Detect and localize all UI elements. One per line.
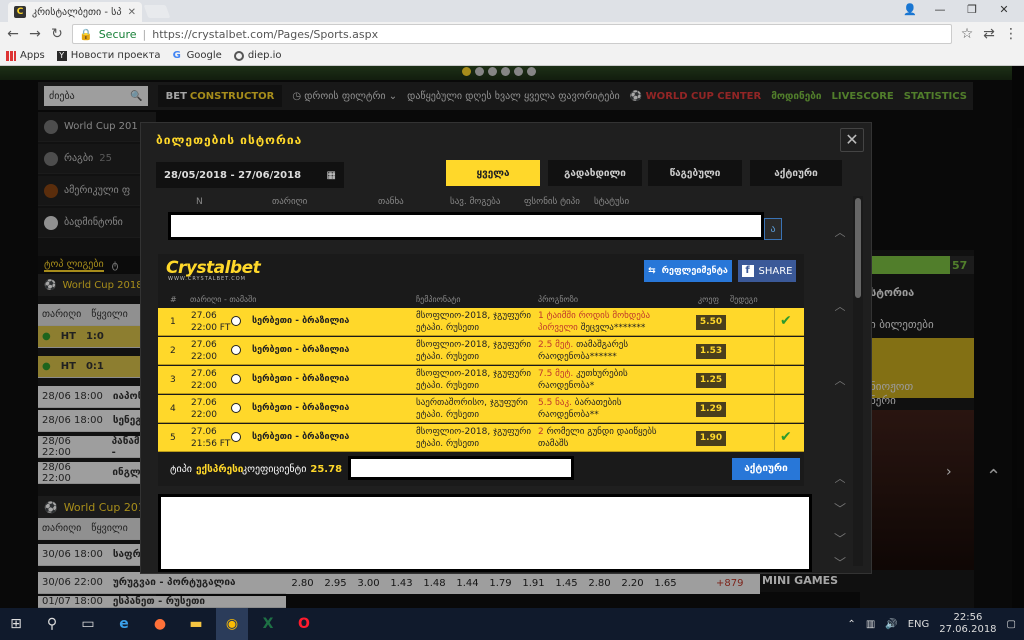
expand-chevron-icon[interactable]: ﹀ xyxy=(828,554,852,571)
collapse-chevron-icon[interactable]: ︿ xyxy=(828,224,852,240)
lock-icon: 🔒 xyxy=(79,27,93,41)
bookmark-novosti[interactable]: Y Новости проекта xyxy=(56,50,161,61)
row-action-button[interactable]: ა xyxy=(764,218,782,240)
filter-paid[interactable]: გადახდილი xyxy=(548,160,642,186)
close-modal-button[interactable]: ✕ xyxy=(840,128,864,152)
start-windows-icon[interactable]: ⊞ xyxy=(0,608,32,640)
clock[interactable]: 22:56 27.06.2018 xyxy=(939,612,996,636)
expand-chevron-icon[interactable]: ﹀ xyxy=(828,530,852,547)
facebook-share-button[interactable]: f SHARE xyxy=(738,260,796,282)
ticket-row[interactable]: 2 27.06 22:00 სერბეთი - ბრაზილია მსოფლიო-… xyxy=(158,337,804,365)
menu-icon[interactable]: ⋮ xyxy=(1004,26,1018,42)
crystalbet-logo: Crystalbet WWW.CRYSTALBET.COM xyxy=(166,258,261,282)
minimize-button[interactable]: — xyxy=(930,2,950,18)
calendar-icon: ▦ xyxy=(326,169,336,181)
chrome-icon[interactable]: ◉ xyxy=(216,608,248,640)
apps-grid-icon xyxy=(6,50,16,61)
facebook-icon: f xyxy=(741,265,754,277)
collapse-chevron-icon[interactable]: ︿ xyxy=(828,298,852,314)
expand-chevron-icon[interactable]: ﹀ xyxy=(828,500,852,517)
network-icon[interactable]: ▥ xyxy=(866,619,875,630)
omnibox[interactable]: 🔒 Secure | https://crystalbet.com/Pages/… xyxy=(72,24,952,44)
volume-icon[interactable]: 🔊 xyxy=(885,619,897,630)
y-logo-icon: Y xyxy=(56,50,67,61)
active-status-button[interactable]: აქტიური xyxy=(732,458,800,480)
soccer-ball-icon xyxy=(231,403,241,413)
back-arrow-icon[interactable]: ← xyxy=(6,26,20,42)
redacted-summary xyxy=(348,456,574,480)
soccer-ball-icon xyxy=(231,432,241,442)
redacted-history-block xyxy=(158,494,812,572)
excel-icon[interactable]: X xyxy=(252,608,284,640)
history-column-headers: N თარიღი თანხა სავ. მოგება ფსონის ტიპი ს… xyxy=(196,197,630,207)
collapse-chevron-icon[interactable]: ︿ xyxy=(828,470,852,486)
soccer-ball-icon xyxy=(231,345,241,355)
tray-up-icon[interactable]: ⌃ xyxy=(847,619,855,630)
rebet-button[interactable]: ⇆ რეფლეიმენტა xyxy=(644,260,732,282)
date-range-picker[interactable]: 28/05/2018 - 27/06/2018 ▦ xyxy=(156,162,344,188)
filter-active[interactable]: აქტიური xyxy=(750,160,842,186)
modal-scroll-thumb[interactable] xyxy=(855,198,861,298)
ticket-row[interactable]: 5 27.06 21:56 FT სერბეთი - ბრაზილია მსოფლ… xyxy=(158,424,804,452)
won-check-icon: ✔ xyxy=(780,429,792,445)
google-logo-icon: G xyxy=(172,49,181,61)
translate-icon[interactable]: ⇄ xyxy=(982,26,996,42)
ticket-row[interactable]: 3 27.06 22:00 სერბეთი - ბრაზილია მსოფლიო-… xyxy=(158,366,804,394)
bookmark-diep[interactable]: diep.io xyxy=(233,50,282,61)
soccer-ball-icon xyxy=(231,316,241,326)
firefox-icon[interactable]: ● xyxy=(144,608,176,640)
notifications-icon[interactable]: ▢ xyxy=(1007,619,1016,630)
language-indicator[interactable]: ENG xyxy=(908,619,930,630)
rebet-icon: ⇆ xyxy=(648,266,656,276)
filter-all[interactable]: ყველა xyxy=(446,160,540,186)
file-explorer-icon[interactable]: ▬ xyxy=(180,608,212,640)
reload-icon[interactable]: ↻ xyxy=(50,26,64,42)
star-icon[interactable]: ☆ xyxy=(960,26,974,42)
task-view-icon[interactable]: ▭ xyxy=(72,608,104,640)
ticket-row[interactable]: 4 27.06 22:00 სერბეთი - ბრაზილია საერთაშო… xyxy=(158,395,804,423)
bookmark-google[interactable]: G Google xyxy=(173,50,222,61)
browser-tab[interactable]: C კრისტალბეთი - სპორ ✕ xyxy=(8,2,142,22)
url-text: https://crystalbet.com/Pages/Sports.aspx xyxy=(152,27,379,41)
address-bar-row: ← → ↻ 🔒 Secure | https://crystalbet.com/… xyxy=(0,22,1024,46)
search-icon[interactable]: ⚲ xyxy=(36,608,68,640)
bookmark-apps[interactable]: Apps xyxy=(6,50,45,61)
tab-title: კრისტალბეთი - სპორ xyxy=(32,6,122,18)
bookmarks-bar: Apps Y Новости проекта G Google diep.io xyxy=(0,46,1024,66)
modal-title: ბილეთების ისტორია xyxy=(156,133,303,147)
close-window-button[interactable]: ✕ xyxy=(994,2,1014,18)
collapse-chevron-icon[interactable]: ︿ xyxy=(828,372,852,388)
edge-icon[interactable]: e xyxy=(108,608,140,640)
forward-arrow-icon[interactable]: → xyxy=(28,26,42,42)
redacted-history-row xyxy=(168,212,764,240)
close-tab-icon[interactable]: ✕ xyxy=(128,7,136,18)
new-tab-button[interactable] xyxy=(143,5,171,18)
windows-taskbar: ⊞ ⚲ ▭ e ● ▬ ◉ X O ⌃ ▥ 🔊 ENG 22:56 27.06.2… xyxy=(0,608,1024,640)
ticket-row[interactable]: 1 27.06 22:00 FT სერბეთი - ბრაზილია მსოფლ… xyxy=(158,308,804,336)
soccer-ball-icon xyxy=(231,374,241,384)
diep-logo-icon xyxy=(233,50,244,61)
won-check-icon: ✔ xyxy=(780,313,792,329)
secure-label: Secure xyxy=(98,27,137,41)
ticket-table-header: # თარიღი - თამაში ჩემპიონატი პროგნოზი კო… xyxy=(170,295,758,304)
opera-icon[interactable]: O xyxy=(288,608,320,640)
crystalbet-favicon-icon: C xyxy=(14,6,26,18)
filter-lost[interactable]: წაგებული xyxy=(648,160,742,186)
system-tray: ⌃ ▥ 🔊 ENG 22:56 27.06.2018 ▢ xyxy=(847,608,1016,640)
profile-icon[interactable]: 👤 xyxy=(900,2,920,18)
maximize-button[interactable]: ❐ xyxy=(962,2,982,18)
